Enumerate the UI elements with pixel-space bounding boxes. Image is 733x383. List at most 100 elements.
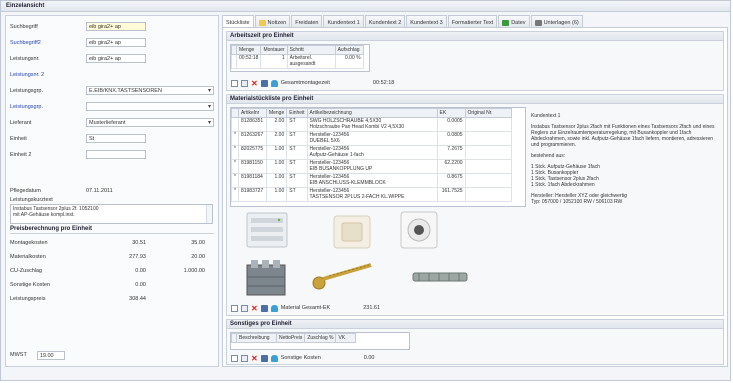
column-header[interactable]: Aufschlag: [334, 45, 364, 55]
column-header[interactable]: VK: [335, 333, 357, 343]
column-header[interactable]: Montauer: [260, 45, 288, 55]
new-icon[interactable]: [231, 354, 238, 362]
database-icon[interactable]: [270, 304, 278, 312]
table-cell: 2.00: [265, 117, 288, 132]
table-row[interactable]: 00:52:18 1 Arbeitsrel. ausgesandt 0.00 %: [231, 54, 364, 69]
delete-icon[interactable]: ✕: [251, 79, 258, 87]
sonstiges-table: Beschreibung NettoPreis Zuschlag % VK: [231, 333, 357, 343]
field-row: Suchbegriff eib gira2+ ap: [10, 22, 215, 31]
table-row[interactable]: * 81983727 1.00 ST Hersteller-123456 TASTSEN…: [231, 187, 512, 202]
column-header[interactable]: Original Nr.: [464, 108, 512, 118]
price-value[interactable]: 0.00: [110, 268, 146, 274]
tab-datev[interactable]: Datev: [498, 15, 530, 27]
field-label: Suchbegriff: [10, 23, 38, 30]
copy-icon[interactable]: [241, 79, 248, 87]
table-cell: [464, 145, 512, 160]
table-row[interactable]: * 81981150 1.00 ST Hersteller-123456 EIB BUS…: [231, 159, 512, 174]
table-row[interactable]: * 81981184 1.00 ST Hersteller-123456 EIB ANS…: [231, 173, 512, 188]
table-row[interactable]: * 82025775 1.00 ST Hersteller-123456 Aufputz…: [231, 145, 512, 160]
field-row: Leistungsgrp.: [10, 102, 215, 111]
column-header[interactable]: NettoPreis: [275, 333, 306, 343]
field-input[interactable]: eib gira2+ ap: [86, 38, 146, 47]
field-input[interactable]: St: [86, 134, 146, 143]
tab-kundentext-2[interactable]: Kundentext 2: [364, 15, 406, 27]
mwst-input[interactable]: 19.00: [36, 350, 65, 360]
delete-icon[interactable]: ✕: [251, 354, 258, 362]
column-header[interactable]: Schritt: [286, 45, 336, 55]
price-percent[interactable]: 20.00: [165, 254, 205, 260]
field-combobox[interactable]: E.EIB/KNX.TASTSENSOREN: [86, 86, 214, 95]
price-percent[interactable]: 1.000.00: [165, 268, 205, 274]
pflegedatum-value: 07.11.2011: [86, 187, 113, 194]
field-row: Leistungsnr. 2: [10, 70, 215, 79]
price-percent[interactable]: 35.00: [165, 240, 205, 246]
arbeitszeit-grid[interactable]: Menge Montauer Schritt Aufschlag 00:52:18 1 Ar…: [230, 44, 370, 72]
sonstiges-grid[interactable]: Beschreibung NettoPreis Zuschlag % VK: [230, 332, 410, 350]
column-header[interactable]: Artikelbezeichnung: [306, 108, 438, 118]
tab-kundentext-1[interactable]: Kundentext 1: [323, 15, 364, 27]
column-header[interactable]: [231, 108, 239, 118]
delete-icon[interactable]: ✕: [251, 304, 258, 312]
field-combobox[interactable]: [86, 102, 214, 111]
column-header[interactable]: Zuschlag %: [304, 333, 337, 343]
price-value[interactable]: 30.51: [110, 240, 146, 246]
table-cell: 1.00: [265, 173, 288, 188]
arbeitszeit-toolbar: ✕ Gesamtmontagezeit 00:52:18: [231, 78, 394, 88]
sonstige-kosten-value: 0.00: [363, 355, 375, 361]
column-header[interactable]: Artikelnr: [237, 108, 267, 118]
table-row[interactable]: 81286351 2.00 ST SWG HOLZSCHRAUBE 4,5X30 Ho…: [231, 117, 512, 132]
field-label: Einheit: [10, 135, 27, 142]
tab-unterlagen-6-[interactable]: Unterlagen (6): [530, 15, 583, 27]
tab-notizen[interactable]: Notizen: [254, 15, 291, 27]
stueckliste-panel: Arbeitszeit pro Einheit Menge Montauer Sch…: [222, 27, 728, 367]
save-icon[interactable]: [260, 354, 268, 362]
window: Einzelansicht Suchbegriff eib gira2+ ap Su…: [0, 0, 731, 381]
copy-icon[interactable]: [241, 354, 248, 362]
column-header[interactable]: Menge: [265, 108, 288, 118]
sonstiges-title: Sonstiges pro Einheit: [227, 320, 723, 329]
table-cell: 81981184: [237, 173, 267, 188]
database-icon[interactable]: [270, 79, 278, 87]
field-row: Leistungsnr. eib gira2+ ap: [10, 54, 215, 63]
new-icon[interactable]: [231, 79, 238, 87]
column-header[interactable]: Menge: [235, 45, 262, 55]
arbeitszeit-group: Arbeitszeit pro Einheit Menge Montauer Sch…: [226, 31, 724, 91]
material-grid[interactable]: Artikelnr Menge Einheit Artikelbezeichnung E…: [230, 107, 526, 207]
kurztext-textarea[interactable]: Instabus Tastsensor 2plus 2f. 1052100 mi…: [10, 204, 213, 224]
table-row[interactable]: * 81263267 2.00 ST Hersteller-123456 DUEBEL …: [231, 131, 512, 146]
save-icon[interactable]: [260, 304, 268, 312]
tab-freidaten[interactable]: Freidaten: [291, 15, 323, 27]
tab-label: Stückliste: [226, 20, 250, 26]
table-cell: 00:52:18: [235, 54, 262, 69]
sonstige-kosten-label: Sonstige Kosten: [280, 355, 321, 361]
material-gesamt-ek-label: Material Gesamt-EK: [280, 305, 331, 311]
column-header[interactable]: EK: [436, 108, 466, 118]
tab-label: Formatierter Text: [451, 19, 494, 26]
sonstiges-group: Sonstiges pro Einheit Beschreibung NettoP…: [226, 319, 724, 365]
column-header[interactable]: Beschreibung: [236, 333, 277, 343]
tab-kundentext-3[interactable]: Kundentext 3: [406, 15, 447, 27]
column-header[interactable]: Einheit: [286, 108, 308, 118]
table-cell: ST: [286, 117, 308, 132]
pflegedatum-label: Pflegedatum: [10, 187, 41, 194]
price-value[interactable]: 308.44: [110, 296, 146, 302]
price-value[interactable]: 277.93: [110, 254, 146, 260]
field-combobox[interactable]: Musterlieferant: [86, 118, 214, 127]
database-icon[interactable]: [270, 354, 278, 362]
copy-icon[interactable]: [241, 304, 248, 312]
note-icon: [258, 19, 266, 26]
tab-formatierter-text[interactable]: Formatierter Text: [447, 15, 498, 27]
tab-label: Unterlagen (6): [543, 19, 579, 26]
new-icon[interactable]: [231, 304, 238, 312]
kurztext-scrollbar[interactable]: [206, 205, 212, 223]
field-input[interactable]: [86, 150, 146, 159]
field-input[interactable]: eib gira2+ ap: [86, 54, 146, 63]
save-icon[interactable]: [260, 79, 268, 87]
table-cell: SWG HOLZSCHRAUBE 4,5X30 Holzschraube Pan…: [306, 117, 438, 132]
price-value[interactable]: 0.00: [110, 282, 146, 288]
material-title: Materialstückliste pro Einheit: [227, 95, 723, 104]
field-row: Suchbegriff2 eib gira2+ ap: [10, 38, 215, 47]
datev-icon: [502, 19, 510, 26]
tab-label: Freidaten: [295, 19, 319, 26]
field-input[interactable]: eib gira2+ ap: [86, 22, 146, 31]
